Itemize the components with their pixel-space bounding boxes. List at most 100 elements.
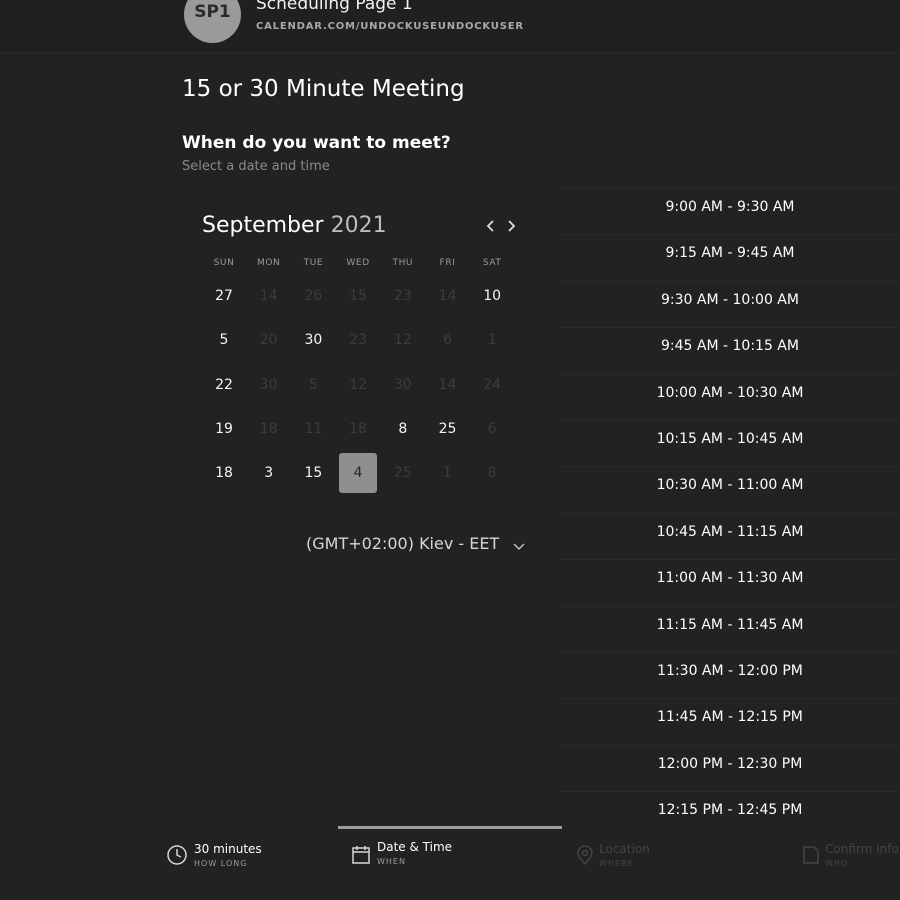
weekday-header: MON [256, 258, 281, 268]
chevron-right-icon [508, 220, 516, 232]
calendar-day[interactable]: 27 [205, 276, 243, 316]
calendar-day[interactable]: 30 [294, 320, 332, 360]
calendar-day: 15 [349, 288, 367, 304]
time-slot[interactable]: 12:15 PM - 12:45 PM [560, 791, 900, 828]
weekday-header: THU [392, 258, 414, 268]
time-slot-label: 12:15 PM - 12:45 PM [657, 802, 803, 819]
time-slot[interactable]: 11:00 AM - 11:30 AM [560, 559, 900, 596]
calendar-day: 6 [443, 332, 452, 349]
calendar-day-selected[interactable]: 4 [339, 453, 378, 494]
year: 2021 [330, 213, 387, 238]
calendar-day[interactable]: 22 [205, 365, 243, 405]
time-slot[interactable]: 10:30 AM - 11:00 AM [560, 466, 900, 503]
time-slot[interactable]: 11:45 AM - 12:15 PM [560, 698, 900, 735]
calendar-day: 18 [259, 420, 278, 437]
calendar-day: 20 [259, 332, 278, 349]
time-slot-label: 11:15 AM - 11:45 AM [656, 616, 804, 633]
time-slot-label: 9:30 AM - 10:00 AM [661, 291, 799, 308]
step-sublabel: WHERE [599, 859, 634, 868]
calendar-day: 1 [443, 465, 452, 482]
time-slot[interactable]: 12:00 PM - 12:30 PM [560, 744, 900, 782]
calendar-day: 6 [487, 420, 497, 437]
time-slot-label: 12:00 PM - 12:30 PM [657, 755, 803, 772]
scheduling-page-url[interactable]: CALENDAR.COM/UNDOCKUSEUNDOCKUSER [256, 21, 524, 32]
time-slot-label: 11:45 AM - 12:15 PM [657, 709, 803, 726]
weekday-header: FRI [439, 258, 456, 268]
step-sublabel: WHO [825, 859, 849, 868]
time-slot-label: 10:15 AM - 10:45 AM [656, 431, 804, 447]
calendar-day: 14 [438, 376, 457, 393]
calendar-day: 14 [259, 288, 278, 304]
time-slot[interactable]: 10:15 AM - 10:45 AM [560, 420, 900, 457]
calendar-day: 23 [393, 288, 412, 304]
progress-steps: 30 minutes HOW LONG Date & Time WHEN Loc… [0, 826, 900, 900]
weekday-header: WED [346, 258, 370, 268]
calendar-day[interactable]: 10 [473, 276, 511, 316]
avatar: SP1 [184, 0, 241, 43]
calendar-day[interactable]: 25 [429, 409, 467, 449]
active-step-indicator [338, 826, 562, 829]
time-slot[interactable]: 11:15 AM - 11:45 AM [560, 605, 900, 643]
weekday-header: TUE [303, 258, 324, 268]
calendar-day[interactable]: 3 [250, 453, 288, 493]
step-label: 30 minutes [194, 842, 262, 856]
calendar-day: 26 [304, 288, 323, 304]
calendar-day[interactable]: 5 [205, 320, 243, 360]
header-bar: SP1 Scheduling Page 1 CALENDAR.COM/UNDOC… [0, 0, 900, 53]
meeting-question: When do you want to meet? [182, 133, 451, 153]
calendar-day: 12 [349, 376, 367, 393]
calendar-day: 11 [304, 420, 323, 437]
document-icon [803, 846, 819, 864]
time-slot-label: 9:00 AM - 9:30 AM [665, 199, 795, 215]
time-slot-label: 9:45 AM - 10:15 AM [661, 338, 799, 355]
time-slot[interactable]: 9:45 AM - 10:15 AM [560, 327, 900, 364]
calendar-day: 30 [393, 376, 412, 393]
time-slot[interactable]: 9:30 AM - 10:00 AM [560, 280, 900, 318]
calendar-day[interactable]: 8 [384, 409, 422, 449]
month-name: September [202, 213, 324, 238]
chevron-down-icon[interactable] [511, 538, 527, 554]
prev-month-button[interactable] [482, 214, 500, 238]
scheduling-page-name: Scheduling Page 1 [256, 0, 413, 14]
calendar-day: 30 [259, 376, 278, 393]
calendar-day: 18 [349, 420, 367, 437]
calendar-day: 14 [438, 288, 457, 304]
weekday-header: SUN [213, 258, 235, 268]
time-slot[interactable]: 10:45 AM - 11:15 AM [560, 512, 900, 550]
meeting-subtitle: Select a date and time [182, 159, 330, 174]
step-label: Confirm Info [825, 842, 899, 856]
time-slot[interactable]: 10:00 AM - 10:30 AM [560, 373, 900, 411]
calendar-day: 25 [393, 465, 412, 482]
calendar-day: 1 [487, 332, 497, 349]
time-slot-label: 10:30 AM - 11:00 AM [656, 477, 804, 494]
calendar-day[interactable]: 15 [294, 453, 332, 493]
time-slot-label: 11:30 AM - 12:00 PM [657, 663, 803, 679]
time-slot-label: 9:15 AM - 9:45 AM [665, 245, 795, 262]
calendar-day[interactable]: 18 [205, 453, 243, 493]
calendar-day: 8 [487, 465, 497, 482]
time-slot-label: 11:00 AM - 11:30 AM [656, 570, 804, 587]
weekday-header: SAT [482, 258, 502, 268]
timezone-select[interactable]: (GMT+02:00) Kiev - EET [306, 534, 499, 553]
calendar-icon [352, 846, 370, 864]
time-slot-list[interactable]: 9:00 AM - 9:30 AM 9:15 AM - 9:45 AM 9:30 A… [560, 188, 900, 828]
calendar-day: 5 [308, 376, 318, 393]
step-label: Location [599, 842, 650, 856]
time-slot-label: 10:45 AM - 11:15 AM [656, 523, 804, 540]
calendar-day: 23 [349, 332, 367, 349]
meeting-title: 15 or 30 Minute Meeting [182, 76, 465, 102]
step-sublabel: WHEN [377, 857, 406, 866]
time-slot[interactable]: 9:15 AM - 9:45 AM [560, 234, 900, 271]
calendar-day: 24 [483, 376, 502, 393]
month-title: September 2021 [202, 213, 387, 238]
step-sublabel: HOW LONG [194, 859, 248, 868]
time-slot[interactable]: 9:00 AM - 9:30 AM [560, 188, 900, 225]
time-slot-label: 10:00 AM - 10:30 AM [656, 384, 804, 401]
location-pin-icon [577, 845, 593, 866]
time-slot[interactable]: 11:30 AM - 12:00 PM [560, 652, 900, 689]
chevron-left-icon [486, 220, 494, 232]
calendar-day: 12 [393, 332, 412, 349]
clock-icon [167, 845, 187, 865]
next-month-button[interactable] [502, 214, 520, 238]
calendar-day[interactable]: 19 [205, 409, 243, 449]
